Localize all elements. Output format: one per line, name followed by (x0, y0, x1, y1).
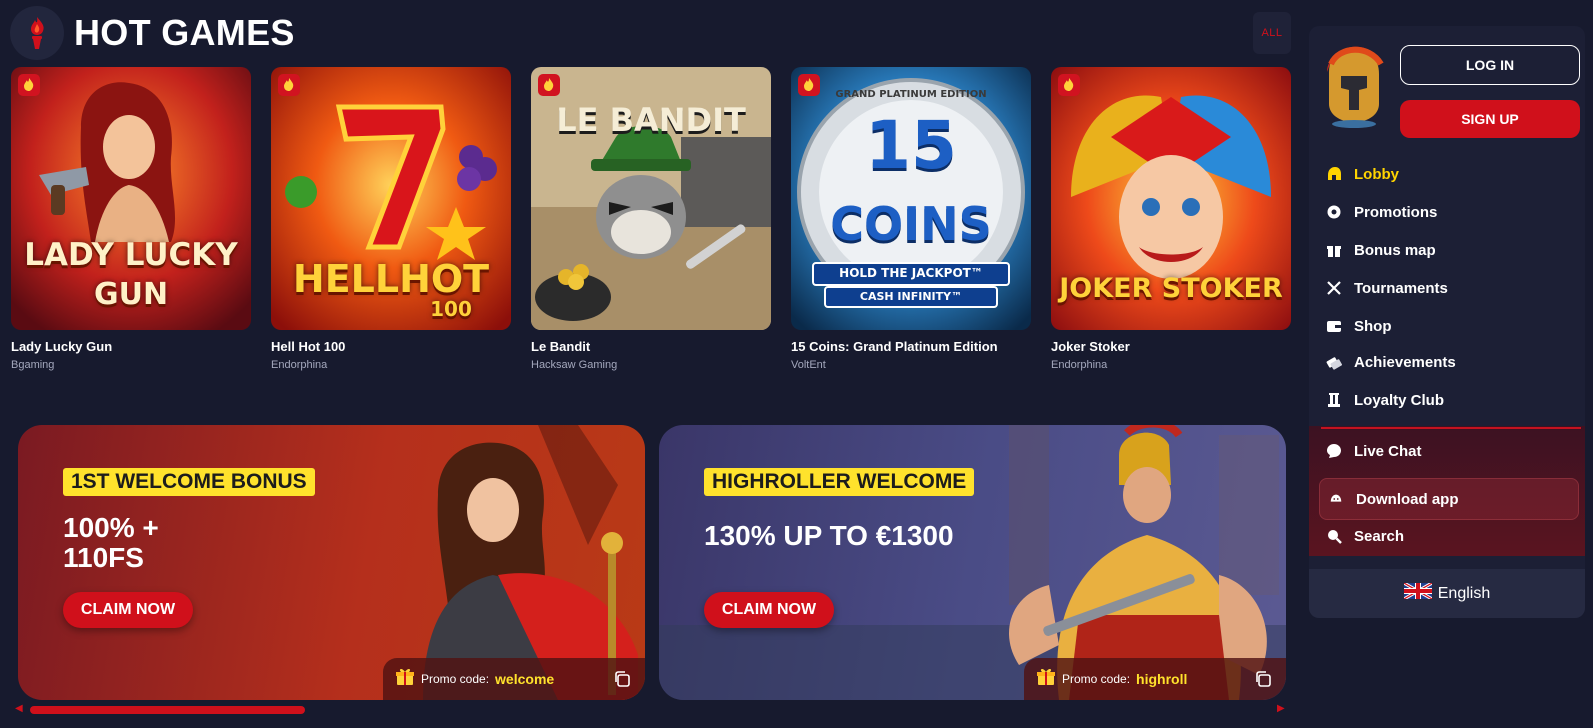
game-art-subtitle: 100 (430, 297, 472, 321)
game-art-tagline: CASH INFINITY™ (859, 290, 963, 303)
download-app-row[interactable]: Download app (1327, 487, 1459, 511)
game-card[interactable]: LE BANDIT Le Bandit Hacksaw Gaming (531, 67, 771, 371)
game-thumbnail[interactable]: LE BANDIT (531, 67, 771, 330)
gift-icon (1036, 667, 1056, 692)
sidebar-item-tournaments[interactable]: Tournaments (1325, 276, 1448, 300)
carousel-scrollbar[interactable] (30, 706, 1280, 714)
download-app-label: Download app (1356, 490, 1459, 508)
sidebar-item-promotions[interactable]: Promotions (1325, 200, 1437, 224)
sidebar-item-search[interactable]: Search (1325, 524, 1404, 548)
sidebar-item-label: Loyalty Club (1354, 391, 1445, 409)
game-name[interactable]: Joker Stoker (1051, 339, 1291, 354)
wallet-icon (1325, 318, 1342, 335)
game-provider: Hacksaw Gaming (531, 359, 618, 371)
sidebar-item-label: Achievements (1354, 353, 1456, 371)
game-name[interactable]: Lady Lucky Gun (11, 339, 251, 354)
sidebar-item-label: Search (1354, 527, 1405, 545)
promo-label: Promo code: (1062, 672, 1131, 686)
promo-label: Promo code: (421, 672, 490, 686)
sidebar-item-achievements[interactable]: Achievements (1325, 350, 1456, 374)
promo-code: highroll (1136, 671, 1188, 687)
page-title: HOT GAMES (74, 12, 295, 53)
welcome-bonus-banner[interactable]: 1ST WELCOME BONUS 100% + 110FS CLAIM NOW… (18, 425, 645, 700)
game-provider: VoltEnt (791, 359, 826, 371)
sidebar-item-label: Live Chat (1354, 442, 1422, 460)
view-all-button[interactable]: ALL (1253, 12, 1291, 54)
claim-now-button[interactable]: CLAIM NOW (704, 592, 834, 628)
torch-icon (10, 6, 64, 60)
game-art-title: 15 (865, 107, 957, 184)
game-name[interactable]: Le Bandit (531, 339, 771, 354)
fire-icon (18, 74, 40, 96)
bonus-tag: HIGHROLLER WELCOME (704, 468, 975, 496)
promo-code-strip: Promo code: welcome (383, 658, 645, 700)
language-selector[interactable]: English (1309, 569, 1585, 618)
carousel-scroll-thumb[interactable] (30, 706, 305, 714)
game-art-title: HELLHOT (292, 257, 490, 301)
login-button[interactable]: LOG IN (1400, 45, 1580, 85)
sidebar: LOG IN SIGN UP Lobby Promotions Bonus ma… (1309, 26, 1585, 618)
fire-icon (1058, 74, 1080, 96)
sidebar-item-label: Tournaments (1354, 279, 1448, 297)
crossed-swords-icon (1325, 280, 1342, 297)
promo-code-strip: Promo code: highroll (1024, 658, 1286, 700)
game-provider: Endorphina (271, 359, 328, 371)
game-art-subtitle: COINS (830, 197, 992, 251)
fire-icon (278, 74, 300, 96)
game-art-title: JOKER STOKER (1059, 273, 1283, 304)
carousel-next-icon[interactable]: ▶ (1277, 703, 1285, 714)
chat-bubble-icon (1325, 443, 1342, 460)
helmet-icon (1325, 166, 1342, 183)
game-thumbnail[interactable]: LADY LUCKY GUN (11, 67, 251, 330)
avatar[interactable] (1319, 42, 1389, 128)
game-art-edition: GRAND PLATINUM EDITION (835, 89, 987, 100)
android-icon (1327, 491, 1344, 508)
game-provider: Bgaming (11, 359, 55, 371)
sidebar-item-lobby[interactable]: Lobby (1325, 162, 1399, 186)
bonus-amount: 130% UP TO €1300 (704, 520, 954, 551)
game-card[interactable]: JOKER STOKER Joker Stoker Endorphina (1051, 67, 1291, 371)
search-icon (1325, 528, 1342, 545)
sidebar-divider (1321, 427, 1581, 429)
bonus-amount: 100% + 110FS (63, 512, 159, 573)
badge-icon (1325, 204, 1342, 221)
sidebar-item-label: Lobby (1354, 165, 1399, 183)
game-provider: Endorphina (1051, 359, 1108, 371)
game-name[interactable]: Hell Hot 100 (271, 339, 511, 354)
game-card[interactable]: HELLHOT 100 Hell Hot 100 Endorphina (271, 67, 511, 371)
game-thumbnail[interactable]: HELLHOT 100 (271, 67, 511, 330)
game-thumbnail[interactable]: JOKER STOKER (1051, 67, 1291, 330)
highroller-bonus-banner[interactable]: HIGHROLLER WELCOME 130% UP TO €1300 CLAI… (659, 425, 1286, 700)
game-art-title: LADY LUCKY (24, 237, 238, 273)
tickets-icon (1325, 354, 1342, 371)
promo-code: welcome (495, 671, 555, 687)
sidebar-item-shop[interactable]: Shop (1325, 314, 1392, 338)
sidebar-item-loyalty-club[interactable]: Loyalty Club (1325, 388, 1444, 412)
game-name[interactable]: 15 Coins: Grand Platinum Edition (791, 339, 1031, 354)
game-thumbnail[interactable]: GRAND PLATINUM EDITION 15 COINS HOLD THE… (791, 67, 1031, 330)
language-label: English (1437, 584, 1491, 602)
game-card[interactable]: LADY LUCKY GUN Lady Lucky Gun Bgaming (11, 67, 251, 371)
pillar-icon (1325, 392, 1342, 409)
game-card[interactable]: GRAND PLATINUM EDITION 15 COINS HOLD THE… (791, 67, 1031, 371)
copy-icon[interactable] (613, 670, 631, 693)
gift-icon (395, 667, 415, 692)
uk-flag-icon (1402, 581, 1433, 604)
signup-button[interactable]: SIGN UP (1400, 100, 1580, 138)
carousel-prev-icon[interactable]: ◀ (15, 703, 23, 714)
sidebar-item-live-chat[interactable]: Live Chat (1325, 439, 1422, 463)
copy-icon[interactable] (1254, 670, 1272, 693)
bonus-tag: 1ST WELCOME BONUS (63, 468, 315, 496)
game-art-tagline: HOLD THE JACKPOT™ (839, 266, 983, 280)
hot-games-header: HOT GAMES ALL (10, 6, 1291, 60)
sidebar-item-label: Promotions (1354, 203, 1438, 221)
sidebar-item-bonus-map[interactable]: Bonus map (1325, 238, 1436, 262)
game-art-subtitle: GUN (93, 277, 169, 312)
sidebar-item-label: Shop (1354, 317, 1392, 335)
fire-icon (538, 74, 560, 96)
game-art-title: LE BANDIT (556, 101, 746, 139)
gift-box-icon (1325, 242, 1342, 259)
claim-now-button[interactable]: CLAIM NOW (63, 592, 193, 628)
sidebar-item-label: Bonus map (1354, 241, 1436, 259)
